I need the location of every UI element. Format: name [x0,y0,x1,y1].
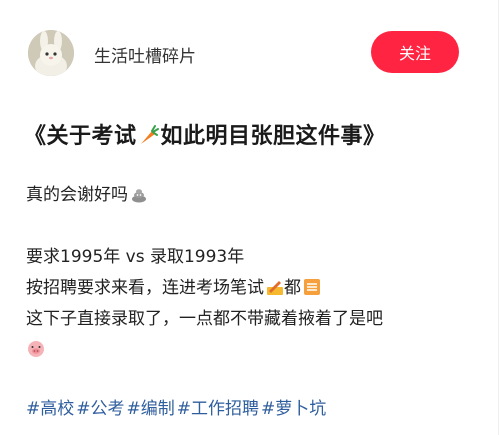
carrot-icon [137,123,161,147]
hashtag-list: #高校 #公考 #编制 #工作招聘 #萝卜坑 [26,394,328,419]
hashtag[interactable]: #萝卜坑 [261,399,326,419]
hashtag[interactable]: #公考 [76,399,124,419]
body-text-3b: 都 [284,278,301,298]
avatar[interactable] [28,30,74,76]
follow-button[interactable]: 关注 [371,31,459,73]
writing-icon [266,276,284,295]
pig-face-icon [26,338,44,357]
hashtag[interactable]: #编制 [127,399,175,419]
post-title-part2: 如此明目张胆这件事》 [160,124,386,149]
post-title-part1: 《关于考试 [24,124,137,149]
body-text-1: 真的会谢好吗 [26,185,128,205]
hashtag[interactable]: #高校 [26,399,74,419]
post-title: 《关于考试 如此明目张胆这件事》 [24,118,386,150]
body-line-2: 要求1995年 vs 录取1993年 [26,247,245,267]
post-card: 生活吐槽碎片 关注 《关于考试 如此明目张胆这件事》 真的会谢好吗 要求1995年… [0,0,499,435]
post-body: 真的会谢好吗 要求1995年 vs 录取1993年 按招聘要求来看，连进考场笔试… [26,180,476,366]
body-line-4: 这下子直接录取了，一点都不带藏着掖着了是吧 [26,309,383,329]
bunny-avatar-icon [28,30,74,76]
body-line-3: 按招聘要求来看，连进考场笔试都 [26,273,476,304]
hashtag[interactable]: #工作招聘 [177,399,259,419]
body-line-5 [26,335,476,366]
body-text-3: 按招聘要求来看，连进考场笔试 [26,278,264,298]
poop-icon [130,183,148,203]
post-header: 生活吐槽碎片 关注 [28,22,468,82]
amazed-icon [303,276,321,295]
body-line-1: 真的会谢好吗 [26,180,476,211]
author-name[interactable]: 生活吐槽碎片 [94,42,196,67]
